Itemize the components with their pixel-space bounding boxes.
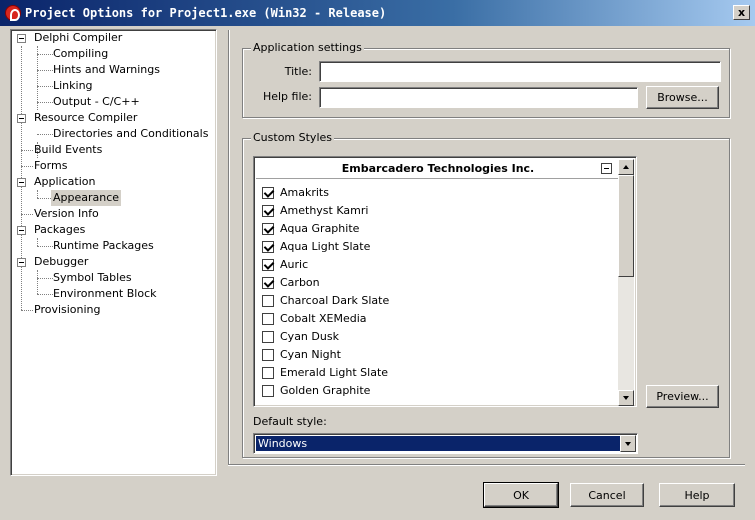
cancel-button[interactable]: Cancel bbox=[570, 483, 644, 507]
style-checkbox[interactable] bbox=[262, 277, 274, 289]
collapse-resource-compiler-icon[interactable] bbox=[17, 114, 26, 123]
style-name: Carbon bbox=[280, 276, 320, 289]
style-name: Auric bbox=[280, 258, 309, 271]
tree-item-provisioning[interactable]: Provisioning bbox=[32, 302, 103, 318]
style-checkbox[interactable] bbox=[262, 349, 274, 361]
style-name: Aqua Graphite bbox=[280, 222, 360, 235]
style-name: Golden Graphite bbox=[280, 384, 371, 397]
default-style-value: Windows bbox=[256, 436, 620, 451]
scroll-thumb[interactable] bbox=[618, 175, 634, 277]
chevron-down-icon bbox=[625, 442, 631, 446]
collapse-delphi-compiler-icon[interactable] bbox=[17, 34, 26, 43]
ok-button[interactable]: OK bbox=[483, 482, 559, 508]
style-checkbox[interactable] bbox=[262, 187, 274, 199]
style-name: Cyan Night bbox=[280, 348, 341, 361]
tree-item-environment-block[interactable]: Environment Block bbox=[51, 286, 159, 302]
tree-item-forms[interactable]: Forms bbox=[32, 158, 69, 174]
style-name: Emerald Light Slate bbox=[280, 366, 389, 379]
custom-styles-list[interactable]: Embarcadero Technologies Inc. Amakrits A… bbox=[253, 156, 637, 407]
tree-item-directories-and-conditionals[interactable]: Directories and Conditionals bbox=[51, 126, 210, 142]
default-style-select[interactable]: Windows bbox=[253, 433, 638, 454]
style-name: Charcoal Dark Slate bbox=[280, 294, 390, 307]
style-checkbox[interactable] bbox=[262, 205, 274, 217]
style-checkbox[interactable] bbox=[262, 295, 274, 307]
style-name: Cyan Dusk bbox=[280, 330, 339, 343]
tree-item-version-info[interactable]: Version Info bbox=[32, 206, 101, 222]
delphi-app-icon bbox=[5, 5, 21, 21]
tree-item-output-cpp[interactable]: Output - C/C++ bbox=[51, 94, 142, 110]
styles-vendor-name: Embarcadero Technologies Inc. bbox=[341, 162, 535, 175]
collapse-group-icon[interactable] bbox=[601, 163, 612, 174]
default-style-label: Default style: bbox=[253, 415, 327, 428]
styles-scrollbar[interactable] bbox=[618, 159, 634, 406]
tree-item-packages[interactable]: Packages bbox=[32, 222, 87, 238]
style-checkbox[interactable] bbox=[262, 241, 274, 253]
title-input[interactable] bbox=[319, 61, 721, 82]
close-button[interactable]: x bbox=[733, 5, 750, 20]
help-button[interactable]: Help bbox=[659, 483, 735, 507]
tree-item-hints-and-warnings[interactable]: Hints and Warnings bbox=[51, 62, 162, 78]
tree-item-delphi-compiler[interactable]: Delphi Compiler bbox=[32, 30, 124, 46]
arrow-down-icon bbox=[623, 396, 629, 400]
style-checkbox[interactable] bbox=[262, 259, 274, 271]
tree-item-resource-compiler[interactable]: Resource Compiler bbox=[32, 110, 139, 126]
styles-vendor-header: Embarcadero Technologies Inc. bbox=[256, 159, 620, 179]
preview-button[interactable]: Preview... bbox=[646, 385, 719, 408]
help-file-input[interactable] bbox=[319, 87, 638, 108]
collapse-packages-icon[interactable] bbox=[17, 226, 26, 235]
style-name: Amethyst Kamri bbox=[280, 204, 369, 217]
tree-connector bbox=[37, 270, 38, 294]
tree-connector bbox=[37, 190, 38, 198]
style-checkbox[interactable] bbox=[262, 223, 274, 235]
style-name: Amakrits bbox=[280, 186, 329, 199]
style-checkbox[interactable] bbox=[262, 331, 274, 343]
style-name: Aqua Light Slate bbox=[280, 240, 371, 253]
tree-item-application[interactable]: Application bbox=[32, 174, 97, 190]
tree-connector bbox=[37, 46, 38, 110]
collapse-application-icon[interactable] bbox=[17, 178, 26, 187]
tree-item-debugger[interactable]: Debugger bbox=[32, 254, 90, 270]
help-file-label: Help file: bbox=[262, 90, 312, 103]
style-checkbox[interactable] bbox=[262, 367, 274, 379]
tree-item-compiling[interactable]: Compiling bbox=[51, 46, 110, 62]
dropdown-button[interactable] bbox=[620, 435, 636, 452]
tree-item-symbol-tables[interactable]: Symbol Tables bbox=[51, 270, 134, 286]
style-checkbox[interactable] bbox=[262, 313, 274, 325]
panel-separator bbox=[228, 30, 230, 466]
style-checkbox[interactable] bbox=[262, 385, 274, 397]
tree-connector bbox=[37, 238, 38, 246]
options-tree[interactable]: Delphi Compiler Compiling Hints and Warn… bbox=[10, 29, 217, 476]
footer-separator bbox=[228, 464, 745, 466]
scroll-down-button[interactable] bbox=[618, 390, 634, 406]
custom-styles-label: Custom Styles bbox=[251, 131, 334, 144]
style-name: Cobalt XEMedia bbox=[280, 312, 367, 325]
tree-item-runtime-packages[interactable]: Runtime Packages bbox=[51, 238, 156, 254]
tree-item-appearance[interactable]: Appearance bbox=[51, 190, 122, 206]
browse-button[interactable]: Browse... bbox=[646, 86, 719, 109]
title-label: Title: bbox=[284, 65, 312, 78]
arrow-up-icon bbox=[623, 165, 629, 169]
window-title: Project Options for Project1.exe (Win32 … bbox=[25, 6, 387, 20]
application-settings-label: Application settings bbox=[251, 41, 364, 54]
title-bar: Project Options for Project1.exe (Win32 … bbox=[0, 0, 755, 26]
collapse-debugger-icon[interactable] bbox=[17, 258, 26, 267]
scroll-up-button[interactable] bbox=[618, 159, 634, 175]
tree-item-linking[interactable]: Linking bbox=[51, 78, 95, 94]
tree-item-build-events[interactable]: Build Events bbox=[32, 142, 104, 158]
